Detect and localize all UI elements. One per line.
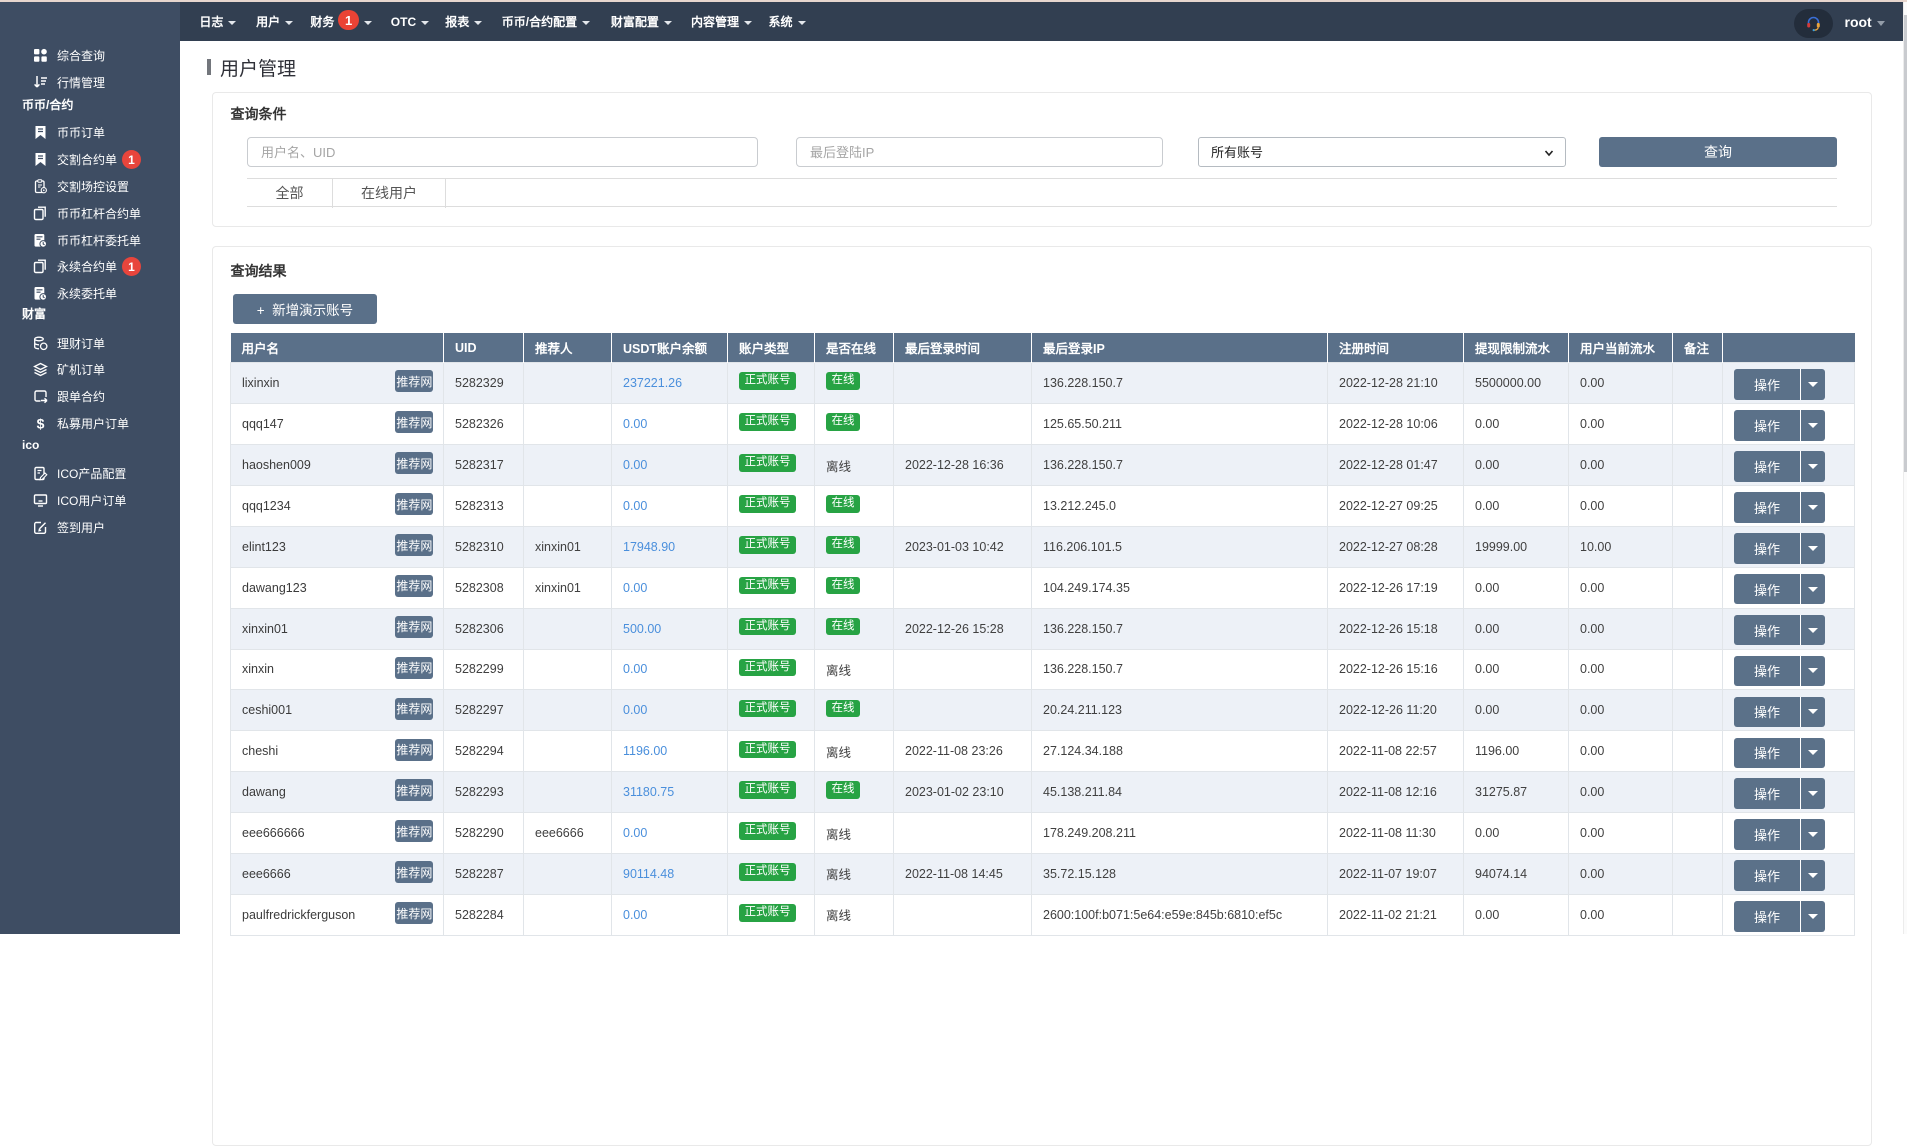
svg-text:$: $ (37, 416, 45, 431)
